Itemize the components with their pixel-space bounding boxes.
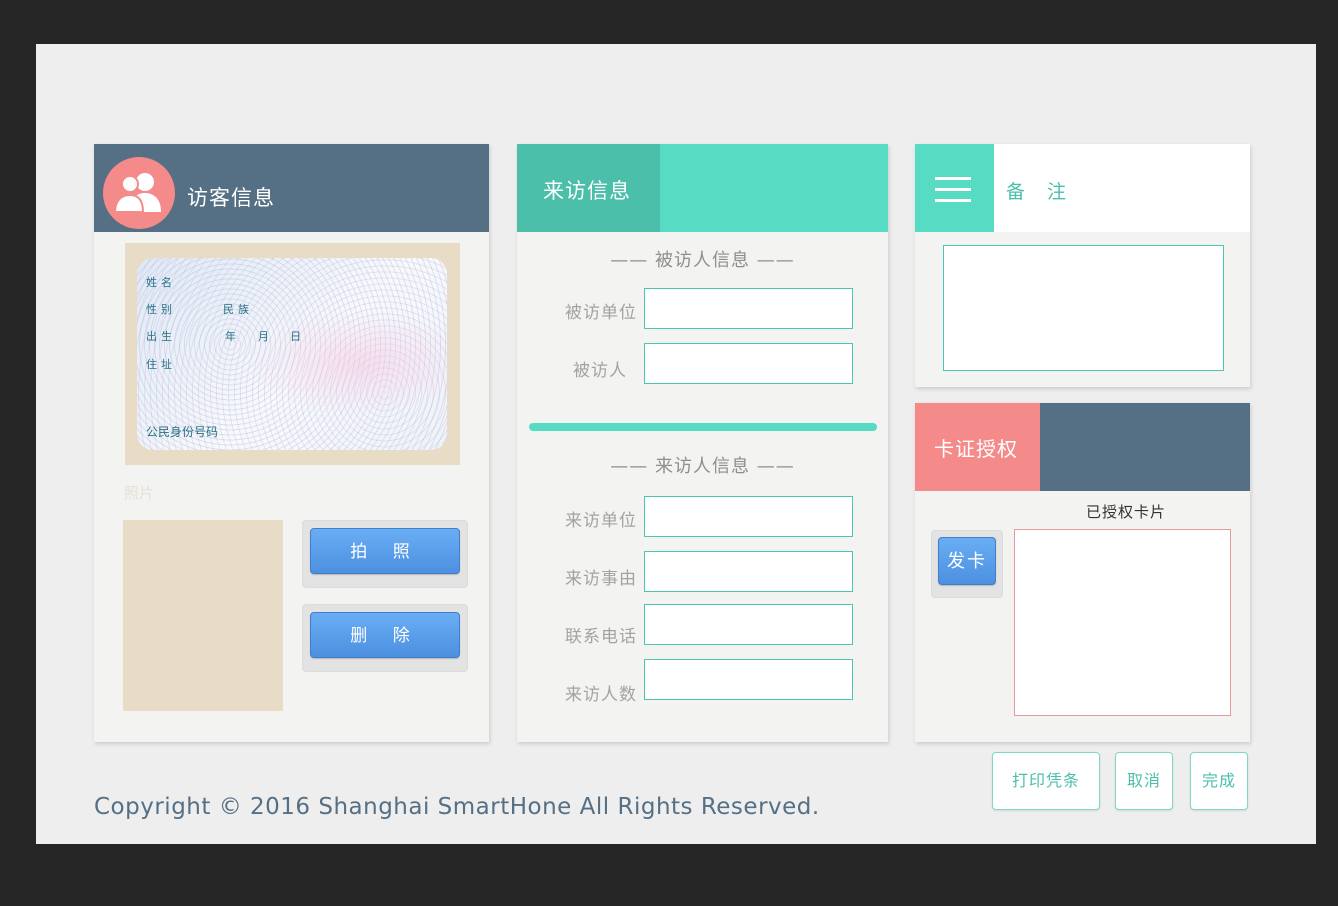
visit-info-title: 来访信息 <box>543 179 631 203</box>
notes-panel: 备 注 <box>915 144 1250 387</box>
visit-info-panel: 来访信息 —— 被访人信息 —— 被访单位 被访人 —— 来访人信息 —— 来访… <box>517 144 888 742</box>
card-authorization-title: 卡证授权 <box>934 437 1018 461</box>
id-month-label: 月 <box>258 330 273 343</box>
visit-reason-label: 来访事由 <box>565 569 637 589</box>
issue-card-button[interactable]: 发卡 <box>938 537 996 585</box>
visitor-info-panel: 访客信息 姓名 性别 民族 出生 年 月 日 住址 公民身份号码 照片 拍 照 … <box>94 144 489 742</box>
visitor-info-title: 访客信息 <box>187 186 275 210</box>
menu-icon <box>915 144 994 232</box>
visitor-section-title: —— 来访人信息 —— <box>610 456 795 477</box>
visitor-unit-input[interactable] <box>644 496 853 537</box>
copyright-footer: Copyright © 2016 Shanghai SmartHone All … <box>94 794 820 820</box>
id-address-label: 住址 <box>146 358 176 371</box>
id-birth-label: 出生 <box>146 330 176 343</box>
take-photo-well: 拍 照 <box>302 520 468 588</box>
visit-reason-input[interactable] <box>644 551 853 592</box>
done-button[interactable]: 完成 <box>1190 752 1248 810</box>
card-authorization-header-tab: 卡证授权 <box>915 403 1040 491</box>
id-card-reader-area: 姓名 性别 民族 出生 年 月 日 住址 公民身份号码 <box>125 243 460 465</box>
id-name-label: 姓名 <box>146 276 176 289</box>
cancel-button[interactable]: 取消 <box>1115 752 1173 810</box>
card-authorization-panel: 卡证授权 已授权卡片 发卡 <box>915 403 1250 742</box>
phone-label: 联系电话 <box>565 627 637 647</box>
section-divider <box>529 423 877 431</box>
id-card-preview: 姓名 性别 民族 出生 年 月 日 住址 公民身份号码 <box>137 258 447 450</box>
id-number-label: 公民身份号码 <box>146 425 219 439</box>
id-ethnicity-label: 民族 <box>223 303 253 316</box>
host-unit-label: 被访单位 <box>565 303 637 323</box>
photo-preview <box>123 520 283 711</box>
issue-card-well: 发卡 <box>931 530 1003 598</box>
delete-photo-button[interactable]: 删 除 <box>310 612 460 658</box>
host-person-label: 被访人 <box>573 361 627 381</box>
host-section-title: —— 被访人信息 —— <box>610 250 795 271</box>
id-gender-label: 性别 <box>146 303 176 316</box>
host-person-input[interactable] <box>644 343 853 384</box>
phone-input[interactable] <box>644 604 853 645</box>
user-group-icon <box>103 157 175 229</box>
visitor-count-label: 来访人数 <box>565 685 637 705</box>
host-unit-input[interactable] <box>644 288 853 329</box>
visitor-unit-label: 来访单位 <box>565 511 637 531</box>
take-photo-button[interactable]: 拍 照 <box>310 528 460 574</box>
id-year-label: 年 <box>225 330 240 343</box>
card-authorization-header: 卡证授权 <box>915 403 1250 491</box>
notes-title: 备 注 <box>1006 181 1075 203</box>
delete-photo-well: 删 除 <box>302 604 468 672</box>
photo-label: 照片 <box>124 484 155 502</box>
visit-info-header: 来访信息 <box>517 144 888 232</box>
notes-textarea[interactable] <box>943 245 1224 371</box>
print-receipt-button[interactable]: 打印凭条 <box>992 752 1100 810</box>
id-day-label: 日 <box>290 330 305 343</box>
authorized-cards-label: 已授权卡片 <box>1086 503 1167 521</box>
app-canvas: 访客信息 姓名 性别 民族 出生 年 月 日 住址 公民身份号码 照片 拍 照 … <box>36 44 1316 844</box>
notes-header: 备 注 <box>915 144 1250 232</box>
visitor-info-header: 访客信息 <box>94 144 489 232</box>
visitor-count-input[interactable] <box>644 659 853 700</box>
authorized-cards-list[interactable] <box>1014 529 1231 716</box>
